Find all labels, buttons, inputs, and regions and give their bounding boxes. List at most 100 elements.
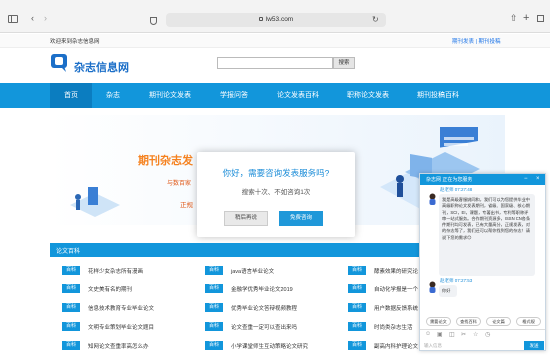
category-tag: 百科 bbox=[348, 303, 366, 312]
nav-item-journal-publish[interactable]: 期刊论文发表 bbox=[140, 83, 200, 108]
list-item-title[interactable]: 花样少女杂志所有漫画 bbox=[88, 267, 143, 275]
category-tag: 百科 bbox=[62, 284, 80, 293]
quick-reply-2[interactable]: 查找百科 bbox=[456, 317, 481, 326]
send-button[interactable]: 发送 bbox=[524, 341, 544, 350]
search-button[interactable]: 搜索 bbox=[333, 57, 355, 69]
reload-icon[interactable]: ↻ bbox=[372, 15, 379, 24]
list-item-title[interactable]: 自动化学报是一个 bbox=[374, 285, 418, 293]
list-item[interactable]: 百科 优秀毕业论文答辩视频教程 bbox=[205, 301, 335, 313]
site-name[interactable]: 杂志信息网 bbox=[74, 59, 129, 75]
list-item-title[interactable]: 小学课堂师生互动策略论文研究 bbox=[231, 342, 308, 350]
agent-avatar-icon bbox=[429, 193, 436, 205]
chat-bubble-2: 你好 bbox=[439, 285, 457, 297]
category-tag: 百科 bbox=[62, 322, 80, 331]
back-icon[interactable]: ‹ bbox=[31, 14, 34, 23]
top-links[interactable]: 期刊发表 | 期刊投稿 bbox=[452, 37, 501, 45]
address-bar[interactable]: lw53.com bbox=[166, 13, 386, 27]
list-item-title[interactable]: 信息技术教育专业毕业论文 bbox=[88, 304, 154, 312]
image-icon[interactable]: ▣ bbox=[437, 331, 443, 338]
emoji-icon[interactable]: ☺ bbox=[425, 331, 431, 337]
privacy-shield-icon[interactable] bbox=[150, 17, 157, 25]
nav-item-paper-wiki[interactable]: 论文发表百科 bbox=[268, 83, 328, 108]
rating-icon[interactable]: ☆ bbox=[473, 331, 478, 338]
list-item-title[interactable]: 时尚类杂志生活 bbox=[374, 323, 413, 331]
quick-reply-1[interactable]: 需要论文 bbox=[426, 317, 451, 326]
chat-title: 杂志网 正在为您服务 bbox=[426, 177, 473, 183]
section-title: 论文百科 bbox=[56, 249, 81, 255]
nav-item-qa[interactable]: 学报问答 bbox=[210, 83, 258, 108]
sidebar-toggle-icon[interactable] bbox=[8, 15, 18, 23]
forward-icon[interactable]: › bbox=[44, 14, 47, 23]
modal-title: 你好，需要咨询发表服务吗? bbox=[222, 168, 330, 178]
category-tag: 百科 bbox=[205, 284, 223, 293]
list-item[interactable]: 百科 信息技术教育专业毕业论文 bbox=[62, 301, 192, 313]
category-tag: 百科 bbox=[348, 266, 366, 275]
list-item-title[interactable]: 副高内科护理论文 bbox=[374, 342, 418, 350]
list-item[interactable]: 百科 文史美有名的期刊 bbox=[62, 282, 192, 294]
close-icon[interactable]: × bbox=[536, 175, 540, 183]
category-tag: 百科 bbox=[205, 303, 223, 312]
consult-modal: 你好，需要咨询发表服务吗? 搜索十次、不如咨询1次 稍后再说 免费咨询 bbox=[197, 152, 355, 237]
list-item[interactable]: 百科 小学课堂师生互动策略论文研究 bbox=[205, 339, 335, 351]
lock-icon bbox=[258, 17, 263, 21]
nav-item-submit-wiki[interactable]: 期刊投稿百科 bbox=[408, 83, 468, 108]
agent-name-1: 赵老师 07:27:48 bbox=[440, 187, 473, 192]
tab-overview-icon[interactable] bbox=[537, 15, 544, 22]
list-item-title[interactable]: 文明专业策划毕业论文题目 bbox=[88, 323, 154, 331]
chat-bubble-1: 我是高级客服姚同和，我们可以为您提供毕业中高级职称论文发表期刊，省级、国家级、核… bbox=[439, 194, 535, 276]
quick-reply-3[interactable]: 论文篇 bbox=[486, 317, 511, 326]
free-consult-button[interactable]: 免费咨询 bbox=[279, 211, 323, 226]
main-nav: 首页 杂志 期刊论文发表 学报问答 论文发表百科 职称论文发表 期刊投稿百科 bbox=[0, 83, 550, 108]
list-item-title[interactable]: java语言毕业论文 bbox=[231, 267, 274, 275]
banner-title: 期刊杂志发 bbox=[138, 155, 193, 167]
folder-icon[interactable]: ◫ bbox=[449, 331, 455, 338]
list-item-title[interactable]: 用户数据反馈系统 bbox=[374, 304, 418, 312]
list-item-title[interactable]: 优秀毕业论文答辩视频教程 bbox=[231, 304, 297, 312]
minimize-icon[interactable]: − bbox=[524, 175, 528, 183]
browser-toolbar: ‹ › lw53.com ↻ ⇧ + bbox=[0, 0, 550, 33]
screenshot-icon[interactable]: ✂ bbox=[461, 331, 466, 338]
chat-widget: 杂志网 正在为您服务 − × 赵老师 07:27:48 我是高级客服姚同和，我们… bbox=[419, 173, 546, 351]
category-tag: 百科 bbox=[205, 341, 223, 350]
share-icon[interactable]: ⇧ bbox=[510, 14, 518, 23]
category-tag: 百科 bbox=[205, 266, 223, 275]
list-item[interactable]: 百科 论文查重一定可以查出来吗 bbox=[205, 320, 335, 332]
agent-name-2: 赵老师 07:27:53 bbox=[440, 278, 473, 283]
welcome-text: 欢迎来到杂志信息网 bbox=[50, 39, 100, 45]
history-icon[interactable]: ◷ bbox=[485, 331, 490, 338]
banner-subtitle: 与数百家 bbox=[167, 181, 192, 187]
chat-header[interactable]: 杂志网 正在为您服务 − × bbox=[420, 174, 545, 185]
chat-message-input[interactable]: 输入信息 bbox=[420, 339, 520, 350]
category-tag: 百科 bbox=[62, 341, 80, 350]
list-item-title[interactable]: 知网论文查重率高怎么办 bbox=[88, 342, 149, 350]
site-logo-icon[interactable] bbox=[50, 53, 70, 73]
banner-subtitle-2: 正规 bbox=[180, 202, 193, 209]
later-button[interactable]: 稍后再说 bbox=[224, 211, 268, 226]
chat-toolbar: ☺ ▣ ◫ ✂ ☆ ◷ bbox=[420, 329, 545, 339]
nav-item-magazine[interactable]: 杂志 bbox=[96, 83, 130, 108]
category-tag: 百科 bbox=[348, 322, 366, 331]
list-item-title[interactable]: 金融学优秀毕业论文2019 bbox=[231, 285, 293, 293]
list-item[interactable]: 百科 花样少女杂志所有漫画 bbox=[62, 264, 192, 276]
category-tag: 百科 bbox=[348, 341, 366, 350]
category-tag: 百科 bbox=[62, 303, 80, 312]
list-item-title[interactable]: 论文查重一定可以查出来吗 bbox=[231, 323, 297, 331]
list-item[interactable]: 百科 金融学优秀毕业论文2019 bbox=[205, 282, 335, 294]
quick-reply-4[interactable]: 格式规 bbox=[516, 317, 541, 326]
list-item[interactable]: 百科 文明专业策划毕业论文题目 bbox=[62, 320, 192, 332]
modal-subtitle: 搜索十次、不如咨询1次 bbox=[241, 189, 311, 196]
nav-item-home[interactable]: 首页 bbox=[50, 83, 92, 108]
agent-avatar-icon bbox=[429, 281, 436, 293]
list-item-title[interactable]: 酵素效果的研究论 bbox=[374, 267, 418, 275]
nav-item-title-paper[interactable]: 职称论文发表 bbox=[338, 83, 398, 108]
new-tab-icon[interactable]: + bbox=[523, 13, 529, 24]
list-item[interactable]: 百科 java语言毕业论文 bbox=[205, 264, 335, 276]
list-item-title[interactable]: 文史美有名的期刊 bbox=[88, 285, 132, 293]
url-text: lw53.com bbox=[265, 16, 294, 23]
chat-messages: 赵老师 07:27:48 我是高级客服姚同和，我们可以为您提供毕业中高级职称论文… bbox=[420, 185, 545, 310]
category-tag: 百科 bbox=[348, 284, 366, 293]
search-input[interactable] bbox=[217, 57, 333, 69]
banner-illustration-left bbox=[70, 187, 120, 217]
list-item[interactable]: 百科 知网论文查重率高怎么办 bbox=[62, 339, 192, 351]
category-tag: 百科 bbox=[62, 266, 80, 275]
